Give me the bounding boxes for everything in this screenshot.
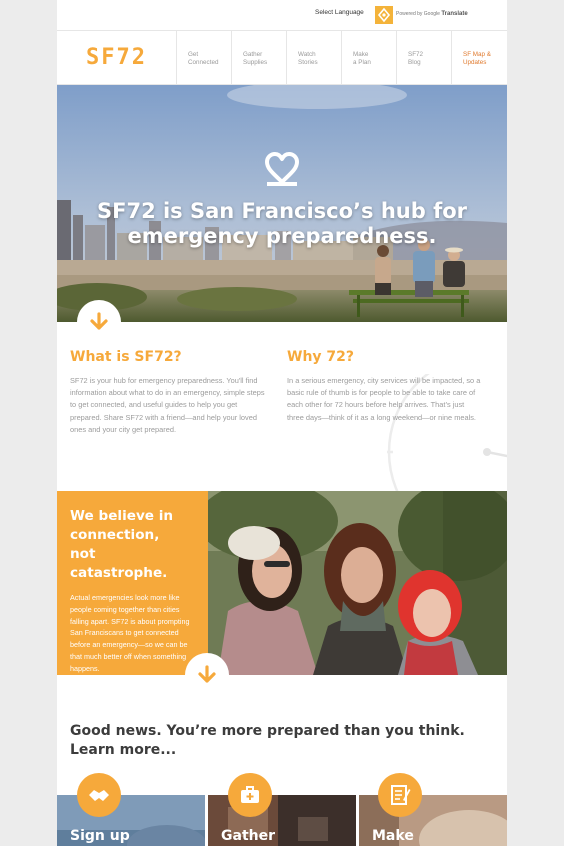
- nav-item-watch-stories[interactable]: Watch Stories: [286, 31, 341, 85]
- what-is-sf72-section: What is SF72? SF72 is your hub for emerg…: [70, 349, 265, 436]
- nav-label-line1: Gather: [243, 51, 263, 58]
- checklist-icon: [378, 773, 422, 817]
- hero-banner: SF72 is San Francisco’s hub for emergenc…: [57, 85, 507, 322]
- main-nav: SF72 Get Connected Gather Supplies Watch…: [57, 31, 507, 85]
- handshake-icon: [77, 773, 121, 817]
- nav-label-line2: Stories: [298, 59, 318, 66]
- nav-item-get-connected[interactable]: Get Connected: [176, 31, 231, 85]
- why-72-body: In a serious emergency, city services wi…: [287, 376, 481, 422]
- nav-items: Get Connected Gather Supplies Watch Stor…: [176, 31, 506, 85]
- scroll-down-button[interactable]: [77, 300, 121, 344]
- good-news-heading: Good news. You’re more prepared than you…: [70, 722, 490, 760]
- friends-photo: [208, 491, 507, 675]
- first-aid-kit-icon: [228, 773, 272, 817]
- powered-suffix: Translate: [441, 11, 468, 17]
- hero-title-line2: emergency preparedness.: [127, 224, 437, 248]
- sf72-logo[interactable]: SF72: [86, 45, 147, 70]
- why-72-title: Why 72?: [287, 349, 355, 365]
- believe-title: We believe in connection, not catastroph…: [70, 507, 195, 583]
- top-bar: Select Language Powered by Google Transl…: [57, 0, 507, 31]
- nav-label-line2: Blog: [408, 59, 421, 66]
- hero-title-line1: SF72 is San Francisco’s hub for: [96, 199, 468, 223]
- translate-icon[interactable]: [375, 6, 393, 24]
- nav-label-line2: Connected: [188, 59, 219, 66]
- page: Select Language Powered by Google Transl…: [57, 0, 507, 846]
- card-label: Make: [372, 828, 414, 844]
- card-label: Sign up: [70, 828, 130, 844]
- action-cards: Sign up Gather Make: [57, 795, 507, 846]
- arrow-down-icon: [90, 312, 108, 330]
- nav-label-line1: Get: [188, 51, 199, 58]
- nav-item-gather-supplies[interactable]: Gather Supplies: [231, 31, 286, 85]
- believe-section: We believe in connection, not catastroph…: [57, 491, 507, 675]
- powered-by-google-translate[interactable]: Powered by Google Translate: [396, 11, 468, 17]
- believe-title-line2: connection,: [70, 527, 160, 543]
- believe-body: Actual emergencies look more like people…: [70, 593, 190, 673]
- believe-title-line1: We believe in: [70, 508, 174, 524]
- scroll-down-button-2[interactable]: [185, 653, 229, 697]
- what-is-sf72-body: SF72 is your hub for emergency preparedn…: [70, 376, 265, 434]
- card-label: Gather: [221, 828, 275, 844]
- nav-label-line1: SF72: [408, 51, 424, 58]
- nav-label-line1: Watch: [298, 51, 316, 58]
- hero-title: SF72 is San Francisco’s hub for emergenc…: [57, 199, 507, 249]
- nav-label-line1: SF Map &: [463, 51, 491, 58]
- powered-brand: Google: [423, 11, 440, 17]
- language-select[interactable]: Select Language: [315, 9, 364, 16]
- nav-item-sf-map-updates[interactable]: SF Map & Updates: [451, 31, 506, 85]
- why-72-section: Why 72? In a serious emergency, city ser…: [287, 349, 482, 424]
- nav-label-line2: Supplies: [243, 59, 268, 66]
- believe-text-panel: We believe in connection, not catastroph…: [57, 491, 208, 675]
- learn-more-link[interactable]: Learn more...: [70, 741, 490, 760]
- powered-prefix: Powered by: [396, 11, 423, 17]
- nav-item-make-a-plan[interactable]: Make a Plan: [341, 31, 396, 85]
- nav-label-line1: Make: [353, 51, 369, 58]
- heart-icon: [265, 152, 299, 186]
- nav-label-line2: a Plan: [353, 59, 371, 66]
- believe-title-line3: not catastrophe.: [70, 546, 168, 581]
- good-news-line1: Good news. You’re more prepared than you…: [70, 723, 465, 739]
- arrow-down-icon: [198, 665, 216, 683]
- what-is-sf72-title: What is SF72?: [70, 349, 182, 365]
- nav-label-line2: Updates: [463, 59, 487, 66]
- nav-item-sf72-blog[interactable]: SF72 Blog: [396, 31, 451, 85]
